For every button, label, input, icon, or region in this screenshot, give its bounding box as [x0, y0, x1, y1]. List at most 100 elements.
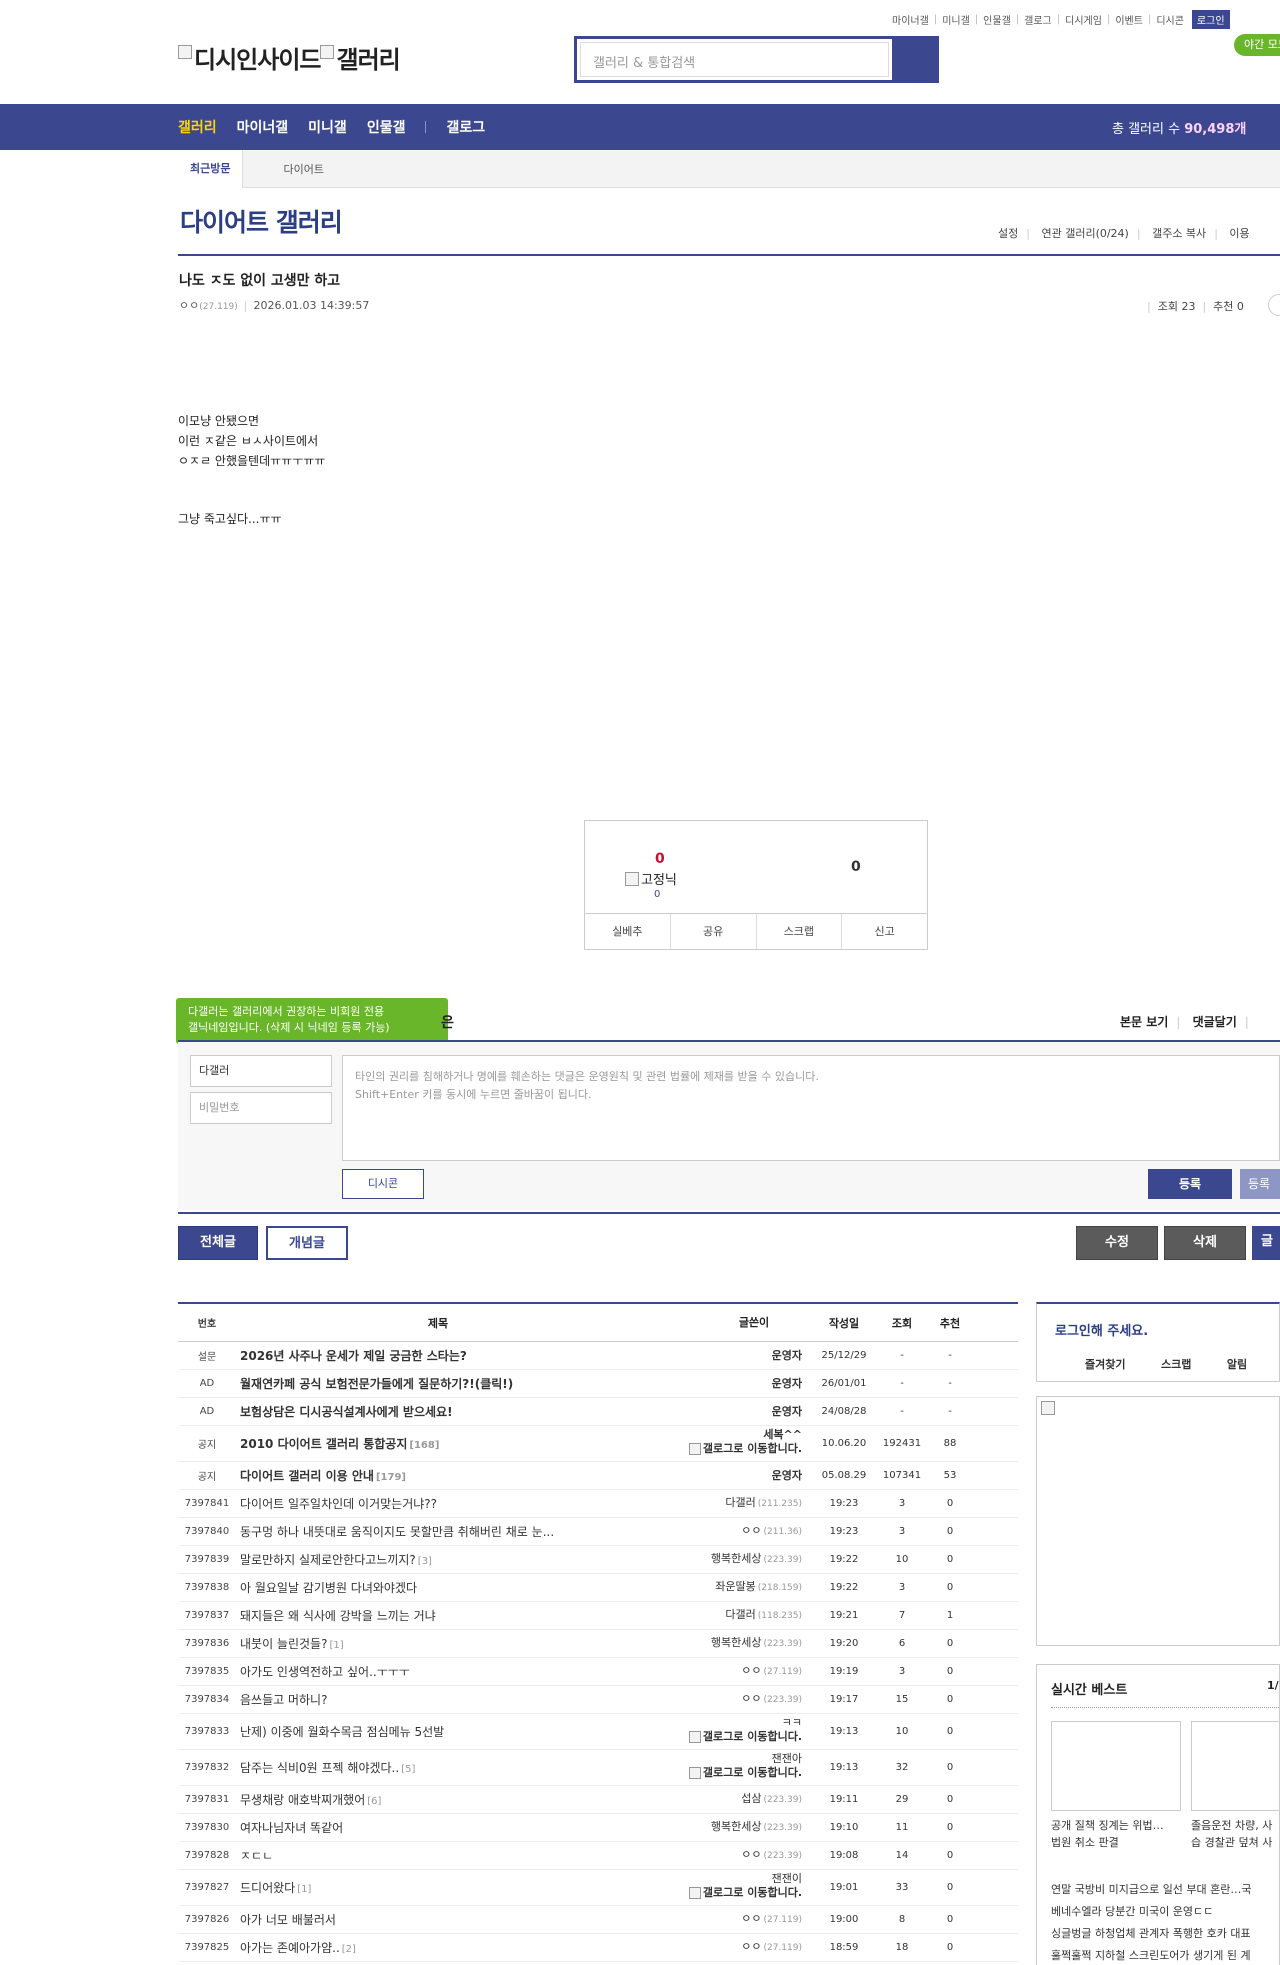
table-row[interactable]: 7397841 다이어트 일주일차인데 이거맞는거냐?? 다갤러 (211.235) 1… [178, 1490, 1018, 1518]
nav-mini[interactable]: 미니갤 [308, 117, 347, 137]
gallog-link[interactable]: 갤로그로 이동합니다. [688, 1442, 802, 1456]
writer-name[interactable]: 좌운딸봉 [715, 1580, 755, 1593]
gallog-link[interactable]: 갤로그로 이동합니다. [688, 1766, 802, 1780]
reply-count[interactable]: [2] [342, 1944, 356, 1955]
reply-count[interactable]: [5] [401, 1764, 415, 1775]
copy-gallery-url[interactable]: 갤주소 복사 [1152, 227, 1206, 240]
table-row[interactable]: 7397839 말로만하지 실제로안한다고느끼지? [3] 행복한세상 (223.39)… [178, 1546, 1018, 1574]
row-subject[interactable]: 2026년 사주나 운세가 제일 궁금한 스타는? [236, 1347, 636, 1364]
writer-name[interactable]: ㅇㅇ [741, 1664, 761, 1677]
writer-name[interactable]: ㅋㅋ [782, 1716, 802, 1729]
best-caption[interactable]: 졸음운전 차량, 사습 경찰관 덮쳐 사 [1191, 1817, 1272, 1851]
nav-minor[interactable]: 마이너갤 [237, 117, 289, 137]
best-posts-button[interactable]: 개념글 [266, 1226, 348, 1260]
util-link-person[interactable]: 인물갤 [983, 12, 1011, 27]
writer-name[interactable]: ㅇㅇ [741, 1848, 761, 1861]
writer-name[interactable]: 섭삼 [741, 1792, 761, 1805]
table-row[interactable]: 공지 2010 다이어트 갤러리 통합공지 [168] 세복^^ 갤로그로 이동합니다.… [178, 1426, 1018, 1462]
recent-visit-item[interactable]: 다이어트 [243, 161, 323, 177]
reply-count[interactable]: [1] [329, 1640, 343, 1651]
table-row[interactable]: 7397831 무생채랑 애호박찌개했어 [6] 섭삼 (223.39) 19:11 29 0 [178, 1786, 1018, 1814]
writer-name[interactable]: ㅇㅇ [741, 1912, 761, 1925]
reply-count[interactable]: [168] [409, 1440, 439, 1451]
post-more-button[interactable] [1268, 294, 1280, 316]
search-input[interactable]: 갤러리 & 통합검색 [580, 42, 889, 77]
best-list-item[interactable]: 싱글벙글 하청업체 관계자 폭행한 호카 대표 [1051, 1925, 1251, 1941]
gallog-link[interactable]: 갤로그로 이동합니다. [688, 1730, 802, 1744]
writer-name[interactable]: 잰잰이 [772, 1872, 802, 1885]
search-button[interactable] [892, 39, 936, 80]
writer-name[interactable]: 다갤러 [725, 1496, 755, 1509]
table-row[interactable]: 7397825 아가는 존예아가얌.. [2] ㅇㅇ (27.119) 18:59 18 0 [178, 1934, 1018, 1962]
write-comment-button[interactable]: 댓글달기 [1193, 1015, 1237, 1029]
row-subject[interactable]: 내붓이 늘린것들? [1] [236, 1635, 636, 1652]
table-row[interactable]: 7397836 내붓이 늘린것들? [1] 행복한세상 (223.39) 19:20 6 0 [178, 1630, 1018, 1658]
table-row[interactable]: 7397828 ㅈㄷㄴ ㅇㅇ (223.39) 19:08 14 0 [178, 1842, 1018, 1870]
site-logo[interactable]: 디시인사이드 갤러리 [178, 40, 401, 75]
scrap-button[interactable]: 스크랩 [757, 914, 843, 949]
gallog-link[interactable]: 갤로그로 이동합니다. [688, 1886, 802, 1900]
row-subject[interactable]: 돼지들은 왜 식사에 강박을 느끼는 거냐 [236, 1607, 636, 1624]
table-row[interactable]: 7397840 동구멍 하나 내뜻대로 움직이지도 못할만큼 취해버린 채로 눈.… [178, 1518, 1018, 1546]
gallery-title[interactable]: 다이어트 갤러리 [180, 203, 343, 239]
util-link-dccon[interactable]: 디시콘 [1156, 12, 1184, 27]
best-thumb[interactable] [1191, 1721, 1280, 1811]
util-link-gallog[interactable]: 갤로그 [1024, 12, 1052, 27]
writer-name[interactable]: ㅇㅇ [741, 1940, 761, 1953]
best-thumb[interactable] [1051, 1721, 1181, 1811]
dccon-button[interactable]: 디시콘 [342, 1169, 424, 1199]
writer-name[interactable]: 행복한세상 [711, 1820, 762, 1833]
nickname-input[interactable]: 다갤러 [190, 1055, 332, 1087]
fixed-nick-recommend[interactable]: 고정닉 [625, 869, 677, 888]
gallery-settings[interactable]: 설정 [998, 227, 1018, 240]
util-link-mini[interactable]: 미니갤 [942, 12, 970, 27]
best-list-item[interactable]: 베네수엘라 당분간 미국이 운영ㄷㄷ [1051, 1903, 1213, 1919]
writer-name[interactable]: 운영자 [772, 1469, 802, 1482]
best-caption[interactable]: 공개 질책 징계는 위법… 법원 취소 판결 [1051, 1817, 1164, 1851]
row-subject[interactable]: 말로만하지 실제로안한다고느끼지? [3] [236, 1551, 636, 1568]
real-best-button[interactable]: 실베추 [585, 914, 671, 949]
row-subject[interactable]: 동구멍 하나 내뜻대로 움직이지도 못할만큼 취해버린 채로 눈... [236, 1523, 636, 1540]
row-subject[interactable]: 난제) 이중에 월화수목금 점심메뉴 5선발 [236, 1723, 636, 1740]
nav-person[interactable]: 인물갤 [367, 117, 406, 137]
table-row[interactable]: 7397838 아 월요일날 감기병원 다녀와야겠다 좌운딸봉 (218.159) 19… [178, 1574, 1018, 1602]
row-subject[interactable]: ㅈㄷㄴ [236, 1847, 636, 1864]
writer-name[interactable]: 세복^^ [763, 1428, 802, 1441]
comment-register-button[interactable]: 등록 [1148, 1169, 1232, 1199]
row-subject[interactable]: 아가도 인생역전하고 싶어..ㅜㅜㅜ [236, 1663, 636, 1680]
login-button[interactable]: 로그인 [1191, 10, 1230, 29]
recommend-down-count[interactable]: 0 [851, 859, 861, 875]
recommend-up-count[interactable]: 0 [655, 851, 665, 867]
table-row[interactable]: 7397830 여자나님자녀 똑같어 행복한세상 (223.39) 19:10 11 0 [178, 1814, 1018, 1842]
night-mode-toggle[interactable]: 야간 모드 [1234, 34, 1280, 56]
writer-name[interactable]: 잰잰아 [772, 1752, 802, 1765]
reply-count[interactable]: [3] [418, 1556, 432, 1567]
row-subject[interactable]: 아가 너모 배불러서 [236, 1911, 636, 1928]
notification-link[interactable]: 알림 [1227, 1358, 1247, 1371]
row-subject[interactable]: 2010 다이어트 갤러리 통합공지 [168] [236, 1435, 636, 1452]
row-subject[interactable]: 아 월요일날 감기병원 다녀와야겠다 [236, 1579, 636, 1596]
table-row[interactable]: 7397833 난제) 이중에 월화수목금 점심메뉴 5선발 ㅋㅋ 갤로그로 이동합니… [178, 1714, 1018, 1750]
scrap-link[interactable]: 스크랩 [1161, 1358, 1191, 1371]
related-galleries[interactable]: 연관 갤러리(0/24) [1041, 227, 1128, 240]
writer-name[interactable]: 운영자 [772, 1377, 802, 1390]
row-subject[interactable]: 담주는 식비0원 프젝 해야겠다.. [5] [236, 1759, 636, 1776]
nav-gallery[interactable]: 갤러리 [178, 117, 217, 137]
reply-count[interactable]: [1] [297, 1884, 311, 1895]
table-row[interactable]: 설문 2026년 사주나 운세가 제일 궁금한 스타는? 운영자 25/12/29 - - [178, 1342, 1018, 1370]
password-input[interactable]: 비밀번호 [190, 1092, 332, 1124]
login-prompt[interactable]: 로그인해 주세요. [1055, 1320, 1148, 1339]
util-link-event[interactable]: 이벤트 [1115, 12, 1143, 27]
row-subject[interactable]: 다이어트 갤러리 이용 안내 [179] [236, 1467, 636, 1484]
comment-textarea[interactable]: 타인의 권리를 침해하거나 명예를 훼손하는 댓글은 운영원칙 및 관련 법률에… [342, 1055, 1280, 1161]
row-subject[interactable]: 드디어왔다 [1] [236, 1879, 636, 1896]
writer-name[interactable]: 운영자 [772, 1405, 802, 1418]
reply-count[interactable]: [179] [376, 1472, 406, 1483]
report-button[interactable]: 신고 [842, 914, 927, 949]
table-row[interactable]: 공지 다이어트 갤러리 이용 안내 [179] 운영자 05.08.29 107341 53 [178, 1462, 1018, 1490]
nav-gallog[interactable]: 갤로그 [446, 117, 485, 137]
table-row[interactable]: 7397827 드디어왔다 [1] 잰잰이 갤로그로 이동합니다. 19:01 33 0 [178, 1870, 1018, 1906]
all-posts-button[interactable]: 전체글 [178, 1226, 258, 1260]
view-post-button[interactable]: 본문 보기 [1120, 1015, 1168, 1029]
share-button[interactable]: 공유 [671, 914, 757, 949]
